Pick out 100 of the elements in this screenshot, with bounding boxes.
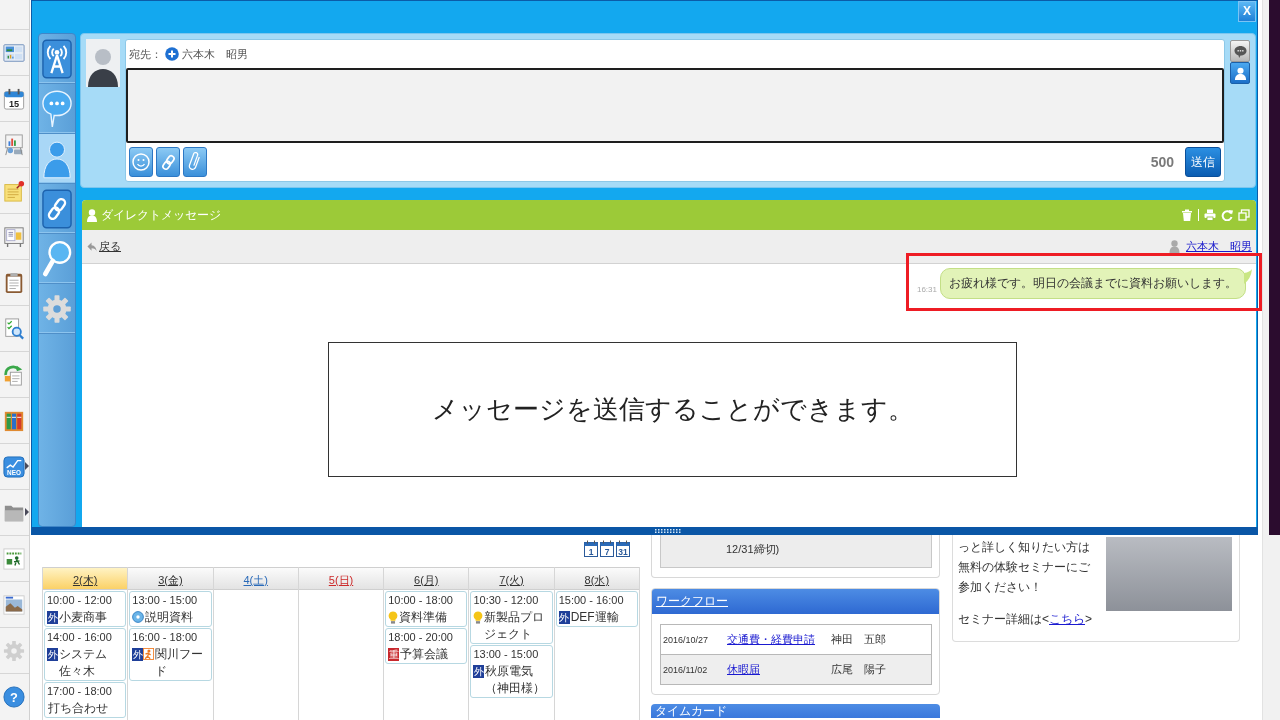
back-arrow-icon bbox=[87, 241, 97, 252]
sticky-note-icon[interactable] bbox=[3, 179, 25, 202]
calendar-icon[interactable]: 7 bbox=[600, 540, 614, 557]
day-link[interactable]: 5(日) bbox=[328, 574, 354, 586]
category-badge: 外 bbox=[473, 665, 485, 678]
category-badge: 外 bbox=[132, 648, 144, 661]
day-link[interactable]: 6(月) bbox=[414, 574, 439, 586]
emoji-button[interactable] bbox=[129, 147, 153, 177]
document-search-icon[interactable] bbox=[3, 317, 25, 340]
day-link[interactable]: 7(火) bbox=[499, 574, 524, 586]
table-cell: 神田 五郎 bbox=[831, 624, 932, 655]
event-title: 予算会議 bbox=[399, 646, 450, 663]
calendar-icon[interactable]: 1 bbox=[584, 540, 598, 557]
add-recipient-icon[interactable] bbox=[165, 47, 179, 61]
day-link[interactable]: 3(金) bbox=[158, 574, 183, 586]
clipboard-icon[interactable] bbox=[3, 271, 25, 294]
dashboard-icon[interactable] bbox=[3, 41, 25, 64]
calendar-icon[interactable]: 15 bbox=[3, 87, 25, 110]
char-count: 500 bbox=[1150, 154, 1174, 170]
event-card[interactable]: 16:00 - 18:00 外 関川フード bbox=[129, 628, 212, 681]
settings-icon bbox=[42, 293, 72, 324]
link-icon bbox=[160, 152, 176, 172]
bubble-tail-icon bbox=[1244, 269, 1252, 284]
event-card[interactable]: 10:30 - 12:00 新製品プロジェクト bbox=[470, 591, 553, 644]
chat-bubble-icon bbox=[42, 88, 72, 129]
calendar-icon[interactable]: 31 bbox=[616, 540, 630, 557]
lightbulb-icon bbox=[388, 611, 399, 624]
event-title: 小麦商事 bbox=[58, 609, 108, 626]
event-title: システム佐々木 bbox=[58, 646, 108, 680]
chart-board-icon[interactable] bbox=[3, 133, 25, 156]
event-card[interactable]: 15:00 - 16:00 外DEF運輸 bbox=[555, 591, 638, 627]
event-time: 17:00 - 18:00 bbox=[47, 684, 113, 699]
table-cell: 2016/11/02 bbox=[660, 654, 727, 685]
photo-tile-icon[interactable] bbox=[3, 593, 25, 616]
event-title: 秋原電気（神田様） bbox=[484, 663, 547, 697]
callout: メッセージを送信することができます。 bbox=[328, 342, 1017, 477]
message-input[interactable] bbox=[126, 68, 1224, 143]
event-title: DEF運輸 bbox=[569, 609, 620, 626]
category-badge: 外 bbox=[47, 611, 58, 624]
category-badge: 重 bbox=[388, 648, 400, 661]
event-card[interactable]: 18:00 - 20:00 重予算会議 bbox=[385, 628, 468, 664]
message-time: 16:31 bbox=[916, 285, 937, 294]
search-icon bbox=[42, 238, 72, 279]
table-cell: 広尾 陽子 bbox=[831, 654, 932, 685]
notice-board-icon[interactable] bbox=[3, 225, 25, 248]
send-button[interactable]: 送信 bbox=[1185, 147, 1221, 177]
event-time: 18:00 - 20:00 bbox=[388, 630, 454, 645]
person-icon bbox=[1233, 66, 1247, 80]
category-badge: 外 bbox=[47, 648, 58, 661]
antenna-icon bbox=[42, 38, 72, 79]
person-icon bbox=[87, 208, 97, 222]
logo-tile-icon[interactable] bbox=[3, 547, 25, 570]
to-label: 宛先： bbox=[129, 46, 162, 62]
event-time: 16:00 - 18:00 bbox=[132, 630, 199, 645]
day-link[interactable]: 8(水) bbox=[584, 574, 610, 586]
running-figure-icon bbox=[143, 648, 155, 660]
event-time: 10:00 - 18:00 bbox=[388, 593, 454, 608]
day-link[interactable]: 2(木) bbox=[72, 574, 98, 586]
message-bubble: お疲れ様です。明日の会議までに資料お願いします。 bbox=[940, 268, 1246, 299]
event-title: 説明資料 bbox=[144, 609, 195, 626]
panel-title: ダイレクトメッセージ bbox=[101, 206, 221, 224]
contact-button[interactable] bbox=[1230, 62, 1250, 84]
paperclip-icon bbox=[188, 152, 202, 172]
disc-icon bbox=[132, 611, 145, 623]
resize-grip-icon[interactable] bbox=[655, 529, 681, 533]
event-title: 関川フード bbox=[154, 646, 205, 680]
event-card[interactable]: 13:00 - 15:00 説明資料 bbox=[129, 591, 212, 627]
document-refresh-icon[interactable] bbox=[3, 363, 25, 386]
event-title: 資料準備 bbox=[398, 609, 449, 626]
event-card[interactable]: 17:00 - 18:00 打ち合わせ bbox=[44, 682, 127, 718]
table-cell: 2016/10/27 bbox=[660, 624, 727, 655]
subject-link[interactable]: 休暇届 bbox=[727, 663, 760, 675]
event-title: 打ち合わせ bbox=[47, 700, 109, 717]
category-badge: 外 bbox=[558, 611, 570, 624]
attach-button[interactable] bbox=[183, 147, 207, 177]
event-card[interactable]: 13:00 - 15:00 外秋原電気（神田様） bbox=[470, 645, 553, 698]
table-cell: 12/31締切) bbox=[660, 535, 932, 568]
panel-header: タイムカード bbox=[651, 704, 940, 718]
back-link[interactable]: 戻る bbox=[87, 239, 121, 254]
link-button[interactable] bbox=[156, 147, 180, 177]
event-time: 10:30 - 12:00 bbox=[473, 593, 540, 608]
detail-link[interactable]: こちら bbox=[1049, 612, 1085, 626]
event-card[interactable]: 10:00 - 18:00 資料準備 bbox=[385, 591, 468, 627]
binders-icon[interactable] bbox=[3, 409, 25, 432]
partner-link[interactable]: 六本木 昭男 bbox=[1186, 239, 1252, 254]
event-title: 新製品プロジェクト bbox=[483, 609, 546, 643]
lightbulb-icon bbox=[473, 611, 484, 624]
event-card[interactable]: 10:00 - 12:00 外小麦商事 bbox=[44, 591, 127, 627]
event-time: 13:00 - 15:00 bbox=[132, 593, 199, 608]
event-time: 15:00 - 16:00 bbox=[558, 593, 625, 608]
chat-toggle-button[interactable] bbox=[1230, 40, 1250, 62]
event-time: 14:00 - 16:00 bbox=[47, 630, 113, 645]
panel-title-link[interactable]: ワークフロー bbox=[656, 594, 728, 608]
day-link[interactable]: 4(土) bbox=[243, 574, 268, 586]
event-card[interactable]: 14:00 - 16:00 外システム佐々木 bbox=[44, 628, 127, 681]
speech-bubble-icon bbox=[1233, 44, 1247, 58]
link-icon bbox=[42, 188, 72, 229]
subject-link[interactable]: 交通費・経費申請 bbox=[727, 633, 815, 645]
event-time: 13:00 - 15:00 bbox=[473, 647, 540, 662]
event-time: 10:00 - 12:00 bbox=[47, 593, 113, 608]
